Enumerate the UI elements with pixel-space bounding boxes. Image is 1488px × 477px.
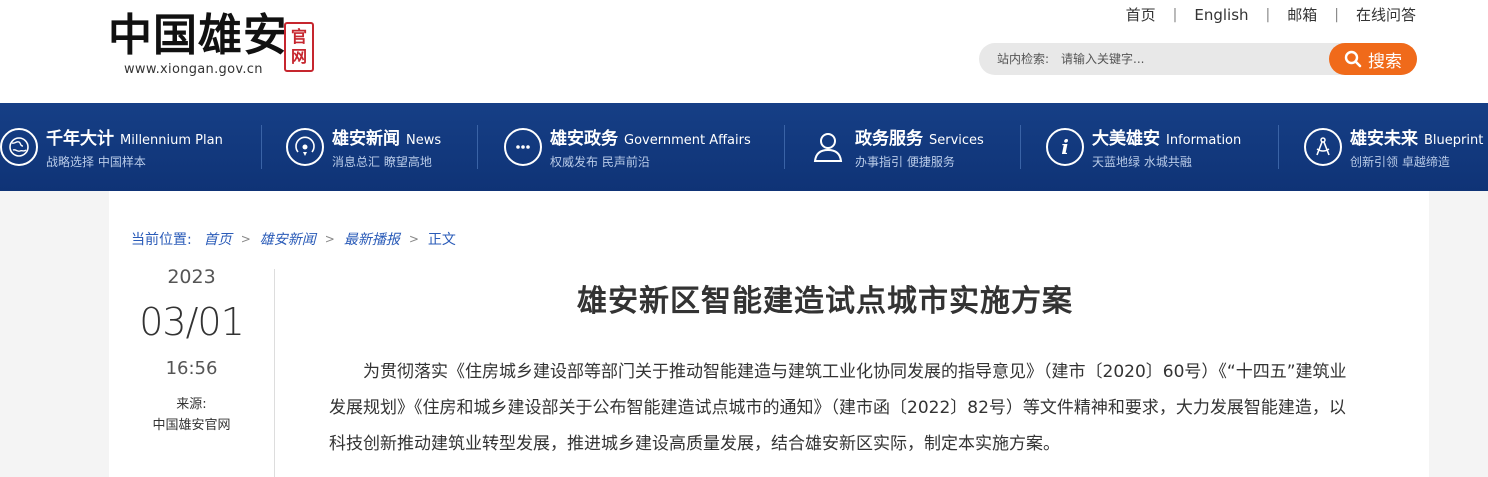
publish-year: 2023: [167, 266, 216, 288]
top-link-mailbox[interactable]: 邮箱: [1270, 4, 1334, 25]
nav-title-cn: 千年大计: [46, 129, 114, 149]
site-logo[interactable]: 中国雄安 官网 www.xiongan.gov.cn: [108, 10, 328, 80]
breadcrumb-label: 当前位置:: [131, 232, 192, 248]
nav-title-en: Blueprint: [1424, 133, 1484, 148]
nav-subtitle: 办事指引 便捷服务: [855, 155, 955, 169]
top-links: 首页 | English | 邮箱 | 在线问答: [1109, 4, 1416, 25]
nav-subtitle: 战略选择 中国样本: [46, 155, 146, 169]
nav-subtitle: 消息总汇 瞭望高地: [332, 155, 432, 169]
search-label: 站内检索:: [997, 52, 1050, 66]
breadcrumb: 当前位置: 首页 > 雄安新闻 > 最新播报 > 正文: [131, 229, 456, 249]
nav-title-cn: 大美雄安: [1092, 129, 1160, 149]
nav-title-en: News: [406, 133, 442, 148]
article-paragraph: 为贯彻落实《住房城乡建设部等部门关于推动智能建造与建筑工业化协同发展的指导意见》…: [329, 362, 1347, 454]
breadcrumb-arrow: >: [324, 232, 335, 246]
nav-title-cn: 政务服务: [855, 129, 923, 149]
nav-divider: [1278, 125, 1279, 169]
nav-title-en: Information: [1166, 133, 1242, 148]
nav-divider: [477, 125, 478, 169]
publish-month-day: 03/01: [139, 300, 245, 344]
nav-title-en: Services: [929, 133, 984, 148]
compass-icon: [1304, 128, 1342, 166]
nav-divider: [784, 125, 785, 169]
breadcrumb-latest[interactable]: 最新播报: [344, 229, 400, 249]
article-title: 雄安新区智能建造试点城市实施方案: [577, 284, 1073, 319]
nav-title-en: Millennium Plan: [120, 133, 223, 148]
logo-seal: 官网: [284, 22, 314, 72]
nav-item-millennium-plan[interactable]: 千年大计 Millennium Plan 战略选择 中国样本: [0, 103, 223, 191]
site-header: 中国雄安 官网 www.xiongan.gov.cn 首页 | English …: [0, 0, 1488, 103]
search-button[interactable]: 搜索: [1329, 43, 1417, 75]
publish-time: 16:56: [165, 358, 218, 379]
logo-url: www.xiongan.gov.cn: [124, 62, 263, 77]
nav-subtitle: 权威发布 民声前沿: [550, 155, 650, 169]
nav-title-cn: 雄安政务: [550, 129, 618, 149]
breadcrumb-arrow: >: [240, 232, 251, 246]
nav-title-cn: 雄安未来: [1350, 129, 1418, 149]
search-input[interactable]: [1061, 47, 1311, 71]
source-label: 来源:: [176, 397, 207, 412]
nav-divider: [1020, 125, 1021, 169]
globe-icon: [0, 128, 38, 166]
info-icon: i: [1046, 128, 1084, 166]
nav-title-en: Government Affairs: [624, 133, 751, 148]
nav-item-services[interactable]: 政务服务 Services 办事指引 便捷服务: [809, 103, 984, 191]
search-box: 站内检索: 搜索: [979, 43, 1417, 75]
article-container: 当前位置: 首页 > 雄安新闻 > 最新播报 > 正文 2023 03/01 1…: [109, 191, 1429, 477]
nav-title-cn: 雄安新闻: [332, 129, 400, 149]
source-name: 中国雄安官网: [152, 418, 231, 433]
nav-divider: [261, 125, 262, 169]
top-link-english[interactable]: English: [1177, 6, 1265, 24]
person-icon: [809, 128, 847, 166]
main-nav: 千年大计 Millennium Plan 战略选择 中国样本 雄安新闻 News 消…: [0, 103, 1488, 191]
breadcrumb-arrow: >: [408, 232, 419, 246]
nav-subtitle: 创新引领 卓越缔造: [1350, 155, 1450, 169]
publish-info: 2023 03/01 16:56 来源: 中国雄安官网: [109, 266, 274, 433]
breadcrumb-current: 正文: [427, 232, 456, 248]
nav-item-blueprint[interactable]: 雄安未来 Blueprint 创新引领 卓越缔造: [1304, 103, 1483, 191]
search-button-label: 搜索: [1368, 51, 1402, 72]
top-link-home[interactable]: 首页: [1109, 4, 1173, 25]
logo-title: 中国雄安: [108, 10, 288, 61]
breadcrumb-home[interactable]: 首页: [204, 229, 232, 249]
breadcrumb-news[interactable]: 雄安新闻: [260, 229, 316, 249]
nav-item-government-affairs[interactable]: 雄安政务 Government Affairs 权威发布 民声前沿: [504, 103, 751, 191]
nav-subtitle: 天蓝地绿 水城共融: [1092, 155, 1192, 169]
news-icon: [286, 128, 324, 166]
chat-icon: [504, 128, 542, 166]
search-icon: [1344, 50, 1362, 68]
top-link-qa[interactable]: 在线问答: [1339, 4, 1416, 25]
nav-item-news[interactable]: 雄安新闻 News 消息总汇 瞭望高地: [286, 103, 441, 191]
nav-item-information[interactable]: i 大美雄安 Information 天蓝地绿 水城共融: [1046, 103, 1241, 191]
